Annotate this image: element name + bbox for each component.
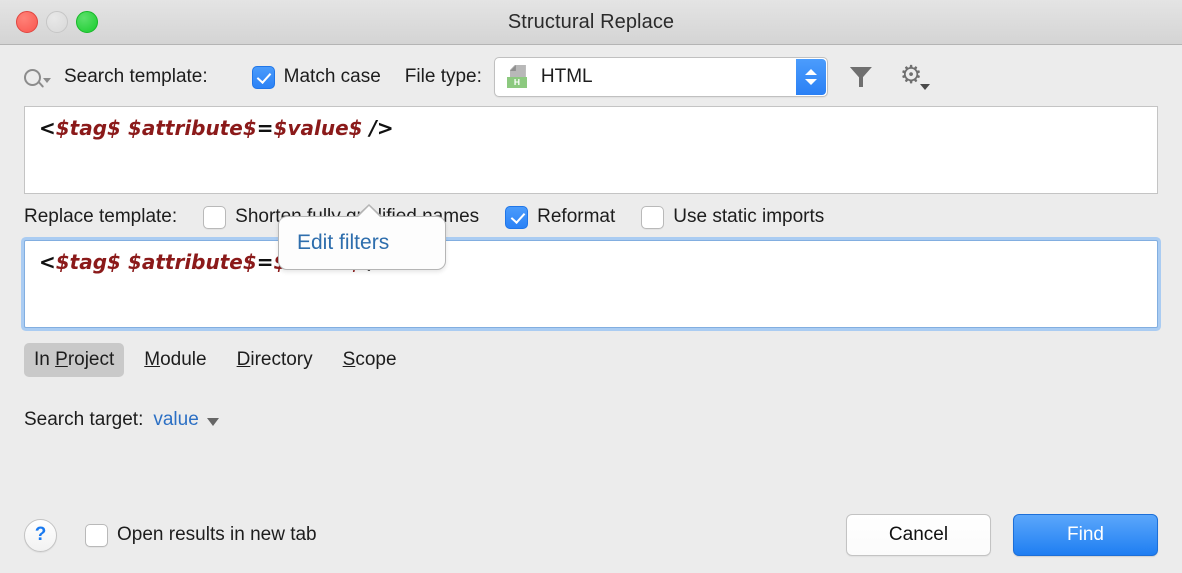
- zoom-window-button[interactable]: [76, 11, 98, 33]
- scope-tab-directory[interactable]: Directory: [227, 343, 323, 377]
- dialog-footer: ? Open results in new tab Cancel Find: [24, 513, 1158, 557]
- code-segment: =: [257, 250, 274, 274]
- shorten-names-checkbox[interactable]: [203, 206, 226, 229]
- window-titlebar: Structural Replace: [0, 0, 1182, 45]
- static-imports-label: Use static imports: [673, 206, 824, 228]
- code-segment: $tag$ $attribute$: [56, 116, 257, 140]
- code-segment: <: [39, 250, 56, 274]
- code-segment: $tag$ $attribute$: [56, 250, 257, 274]
- search-target-row: Search target: value: [24, 394, 1158, 446]
- reformat-checkbox[interactable]: [505, 206, 528, 229]
- replace-template-code: <$tag$ $attribute$=$value$ />: [39, 248, 1145, 276]
- search-template-label: Search template:: [64, 66, 208, 88]
- window-title: Structural Replace: [0, 11, 1182, 34]
- code-segment: <: [39, 116, 56, 140]
- search-target-label: Search target:: [24, 409, 143, 431]
- search-icon[interactable]: [24, 64, 58, 90]
- file-type-value: HTML: [541, 66, 593, 88]
- help-button[interactable]: ?: [24, 519, 57, 552]
- search-template-header-row: Search template: Match case File type: H…: [24, 48, 1158, 106]
- match-case-label: Match case: [284, 66, 381, 88]
- scope-tab-group: In Project Module Directory Scope: [24, 334, 1158, 386]
- file-type-combobox[interactable]: H HTML: [494, 57, 828, 97]
- replace-template-label: Replace template:: [24, 206, 177, 228]
- file-type-stepper[interactable]: [796, 59, 826, 95]
- traffic-light-group: [16, 0, 98, 44]
- find-button[interactable]: Find: [1013, 514, 1158, 556]
- tooltip-pointer-fill: [357, 206, 381, 218]
- filter-icon[interactable]: [850, 67, 872, 87]
- chevron-down-icon: [920, 84, 930, 90]
- search-target-value[interactable]: value: [153, 409, 198, 431]
- html-file-icon: H: [507, 65, 529, 89]
- code-segment: =: [257, 116, 274, 140]
- code-segment: />: [363, 116, 394, 140]
- open-results-checkbox[interactable]: [85, 524, 108, 547]
- scope-tab-module[interactable]: Module: [134, 343, 216, 377]
- code-segment: $value$: [274, 116, 363, 140]
- html-file-icon-badge: H: [507, 77, 527, 88]
- scope-tab-scope[interactable]: Scope: [333, 343, 407, 377]
- replace-template-header-row: Replace template: Shorten fully qualifie…: [24, 194, 1158, 240]
- scope-tab-in-project[interactable]: In Project: [24, 343, 124, 377]
- edit-filters-label: Edit filters: [297, 231, 389, 255]
- chevron-down-icon: [805, 79, 817, 85]
- chevron-down-icon[interactable]: [207, 418, 219, 426]
- open-results-label: Open results in new tab: [117, 524, 317, 546]
- minimize-window-button[interactable]: [46, 11, 68, 33]
- open-results-checkbox-group: Open results in new tab: [85, 524, 317, 547]
- cancel-button[interactable]: Cancel: [846, 514, 991, 556]
- search-template-code: <$tag$ $attribute$=$value$ />: [39, 114, 1145, 142]
- search-template-editor[interactable]: <$tag$ $attribute$=$value$ />: [24, 106, 1158, 194]
- dialog-content: Search template: Match case File type: H…: [0, 48, 1182, 573]
- replace-template-editor[interactable]: <$tag$ $attribute$=$value$ />: [24, 240, 1158, 328]
- chevron-down-icon: [43, 78, 51, 83]
- edit-filters-tooltip[interactable]: Edit filters: [278, 216, 446, 270]
- match-case-checkbox[interactable]: [252, 66, 275, 89]
- reformat-label: Reformat: [537, 206, 615, 228]
- magnifier-glyph: [24, 69, 41, 86]
- file-type-label: File type:: [405, 66, 482, 88]
- chevron-up-icon: [805, 69, 817, 75]
- close-window-button[interactable]: [16, 11, 38, 33]
- gear-icon[interactable]: ⚙: [900, 64, 930, 90]
- static-imports-checkbox[interactable]: [641, 206, 664, 229]
